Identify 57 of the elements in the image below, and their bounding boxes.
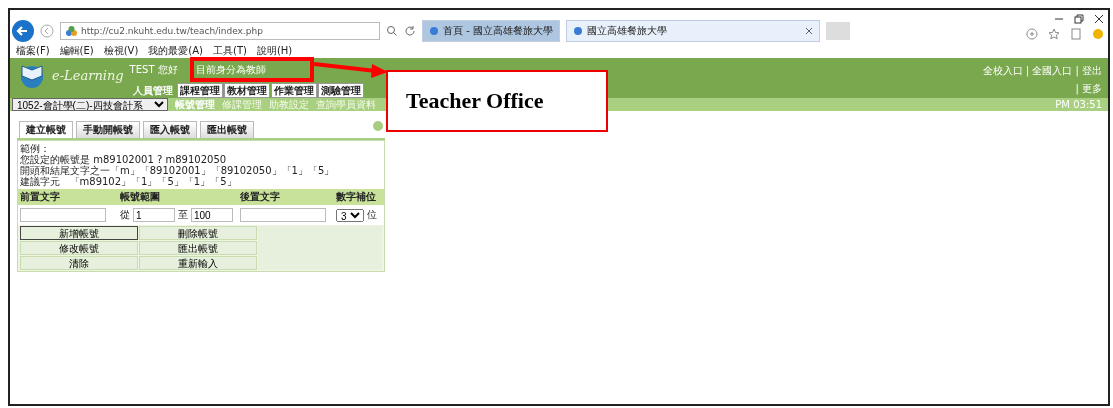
panel-tab[interactable]: 匯入帳號 [143, 121, 197, 138]
menu-item[interactable]: 檔案(F) [16, 44, 50, 58]
panel-tab[interactable]: 匯出帳號 [200, 121, 254, 138]
greeting-text: TEST 您好 [129, 63, 178, 77]
action-button[interactable]: 匯出帳號 [139, 241, 257, 255]
suffix-field[interactable] [240, 208, 326, 222]
back-icon[interactable] [12, 20, 34, 42]
nav-tab[interactable]: 課程管理 [176, 83, 223, 98]
note-text: 您設定的帳號是 m89102001 ? m89102050 [20, 154, 228, 165]
address-bar[interactable]: http://cu2.nkuht.edu.tw/teach/index.php [60, 22, 380, 40]
menu-item[interactable]: 我的最愛(A) [148, 44, 203, 58]
panel-tab[interactable]: 手動開帳號 [76, 121, 140, 138]
from-field[interactable]: 1 [133, 208, 175, 222]
action-button[interactable]: 清除 [20, 256, 138, 270]
to-field[interactable]: 100 [191, 208, 233, 222]
restore-icon[interactable] [1074, 14, 1084, 24]
action-button[interactable]: 刪除帳號 [139, 226, 257, 240]
column-header: 前置文字 [20, 190, 61, 204]
note-text: 開頭和結尾文字之一「m」「89102001」「89102050」「1」「5」 [20, 165, 336, 176]
nav-tab[interactable]: 測驗管理 [317, 83, 364, 98]
browser-tab[interactable]: 首頁 - 國立高雄餐旅大學 [422, 20, 560, 42]
note-text: 範例： [20, 143, 51, 154]
menu-item[interactable]: 說明(H) [256, 44, 293, 58]
course-select[interactable]: 1052-會計學(二)-四技會計系 [12, 98, 168, 111]
unit-label: 位 [367, 208, 377, 222]
refresh-icon[interactable] [404, 25, 416, 37]
url-text: http://cu2.nkuht.edu.tw/teach/index.php [81, 26, 263, 36]
forward-icon[interactable] [40, 24, 54, 38]
nav-tab[interactable]: 教材管理 [223, 83, 270, 98]
site-icon [572, 26, 583, 36]
clock-text: PM 03:51 [1055, 99, 1102, 110]
to-label: 至 [178, 208, 188, 222]
menu-item[interactable]: 編輯(E) [59, 44, 94, 58]
browser-tab[interactable]: 國立高雄餐旅大學 [565, 20, 820, 42]
menu-item[interactable]: 檢視(V) [103, 44, 139, 58]
role-text: 目前身分為教師 [195, 63, 266, 77]
close-icon[interactable] [1094, 14, 1104, 24]
action-button[interactable]: 重新輸入 [139, 256, 257, 270]
prefix-field[interactable] [20, 208, 106, 222]
menu-item[interactable]: 工具(T) [213, 44, 247, 58]
from-label: 從 [120, 208, 130, 222]
padding-select[interactable]: 3 [336, 208, 364, 222]
callout-label: Teacher Office [386, 70, 608, 132]
panel-tab[interactable]: 建立帳號 [19, 121, 73, 138]
help-icon[interactable] [373, 121, 383, 131]
search-icon[interactable] [386, 25, 398, 37]
action-button[interactable]: 新增帳號 [20, 226, 138, 240]
column-header: 帳號範圍 [120, 190, 161, 204]
site-icon [429, 26, 439, 36]
star-icon[interactable] [1048, 28, 1060, 40]
nav-tab[interactable]: 作業管理 [270, 83, 317, 98]
action-button[interactable]: 修改帳號 [20, 241, 138, 255]
note-text: 建議字元 「m89102」「1」「5」「1」「5」 [20, 176, 238, 187]
logo-text: e-Learning [52, 67, 124, 83]
column-header: 後置文字 [240, 190, 281, 204]
site-icon [65, 26, 77, 36]
column-header: 數字補位 [336, 190, 377, 204]
